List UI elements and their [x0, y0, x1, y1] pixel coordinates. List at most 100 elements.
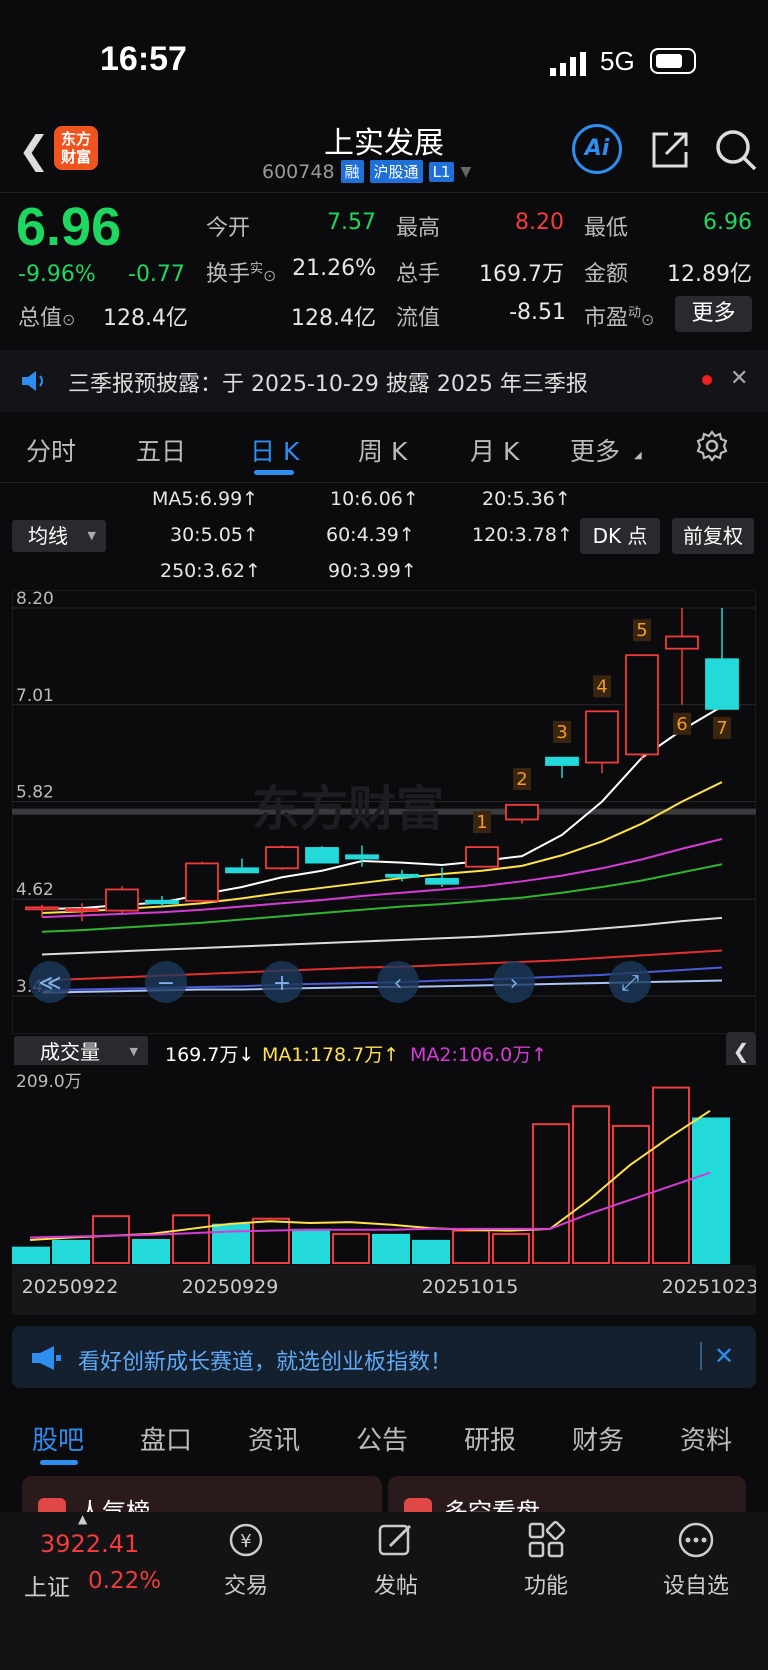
candle-body[interactable] — [465, 846, 499, 868]
chart-tab[interactable]: 五日 — [136, 432, 186, 468]
candle-body[interactable] — [145, 899, 179, 905]
quote-label: 市盈动⊙ — [584, 305, 655, 331]
candle-body[interactable] — [545, 756, 579, 766]
candle-body[interactable] — [505, 803, 539, 821]
change-percent: -9.96% — [18, 262, 96, 287]
candle-body[interactable] — [185, 862, 219, 902]
volume-bar[interactable] — [52, 1239, 90, 1265]
volume-bar[interactable] — [452, 1229, 490, 1265]
card-popularity[interactable]: 人气榜 — [22, 1476, 382, 1516]
search-icon[interactable] — [714, 128, 758, 172]
bottom-tab[interactable]: 股吧 — [32, 1420, 84, 1457]
volume-bar[interactable] — [12, 1246, 50, 1265]
stock-code-row[interactable]: 600748 融 沪股通 L1 ▼ — [262, 160, 471, 183]
candle-body[interactable] — [585, 710, 619, 764]
info-icon[interactable]: ⊙ — [641, 310, 654, 329]
ad-close-icon[interactable]: ✕ — [714, 1342, 734, 1370]
dk-point-button[interactable]: DK 点 — [580, 518, 660, 554]
chart-tab[interactable]: 更多 — [570, 432, 620, 468]
close-icon[interactable]: ✕ — [730, 366, 748, 391]
candle-body[interactable] — [705, 658, 739, 710]
chart-tab[interactable]: 周 K — [358, 432, 407, 468]
tag-connect: 沪股通 — [369, 160, 423, 183]
index-change[interactable]: 0.22% — [88, 1568, 161, 1594]
bottom-tab[interactable]: 财务 — [572, 1420, 624, 1457]
zoom-in-icon-glyph: + — [273, 971, 291, 996]
rewind-icon-glyph: ≪ — [38, 971, 61, 996]
chart-tab[interactable]: 日 K — [250, 432, 299, 468]
volume-bar[interactable] — [332, 1233, 370, 1264]
info-icon[interactable]: ⊙ — [263, 266, 276, 285]
grid-icon[interactable] — [526, 1520, 566, 1560]
candle-body[interactable] — [345, 854, 379, 860]
volume-bar[interactable] — [372, 1233, 410, 1264]
chart-tab[interactable]: 分时 — [26, 432, 76, 468]
settings-icon[interactable] — [696, 430, 728, 462]
nav-post[interactable]: 发帖 — [346, 1568, 446, 1600]
bottom-tab[interactable]: 研报 — [464, 1420, 516, 1457]
more-dots-icon[interactable] — [676, 1520, 716, 1560]
volume-bar[interactable] — [652, 1086, 690, 1264]
nav-trade[interactable]: 交易 — [196, 1568, 296, 1600]
fullscreen-icon-glyph: ⤢ — [621, 971, 639, 996]
candle-body[interactable] — [425, 877, 459, 885]
volume-bar[interactable] — [132, 1239, 170, 1265]
ma-value: 90:3.99↑ — [328, 560, 417, 582]
share-icon[interactable] — [650, 128, 692, 170]
prev-icon-glyph: ‹ — [394, 971, 403, 996]
quote-label-sup: 实 — [250, 261, 264, 277]
bottom-tab[interactable]: 资讯 — [248, 1420, 300, 1457]
notice-text[interactable]: 三季报预披露：于 2025-10-29 披露 2025 年三季报 — [68, 366, 588, 398]
info-icon[interactable]: ⊙ — [62, 310, 75, 329]
trade-icon[interactable]: ¥ — [226, 1520, 266, 1560]
volume-bar[interactable] — [532, 1123, 570, 1264]
candle-body[interactable] — [225, 867, 259, 874]
bottom-tab[interactable]: 公告 — [356, 1420, 408, 1457]
ma-selector-label: 均线 — [28, 524, 68, 548]
ma-value: 60:4.39↑ — [326, 524, 415, 546]
ma-value: MA5:6.99↑ — [152, 488, 259, 510]
volume-bar[interactable] — [692, 1117, 730, 1265]
speaker-icon — [22, 371, 43, 391]
index-name[interactable]: 上证 — [24, 1568, 70, 1602]
candle-body[interactable] — [65, 908, 99, 912]
more-button[interactable]: 更多 — [675, 296, 752, 332]
candle-body[interactable] — [385, 873, 419, 878]
post-icon[interactable] — [376, 1520, 416, 1560]
volume-chart[interactable]: 209.0万 20250922 20250929 20251015 20251023 — [12, 1065, 756, 1315]
quote-label: 总值⊙ — [18, 306, 76, 331]
adjust-button[interactable]: 前复权 — [672, 518, 754, 554]
candle-body[interactable] — [265, 846, 299, 870]
ai-button[interactable]: Ai — [572, 124, 622, 174]
volume-bar[interactable] — [172, 1214, 210, 1264]
chevron-down-icon[interactable]: ▼ — [460, 164, 471, 180]
ma-value: 120:3.78↑ — [472, 524, 573, 546]
marker-label: 7 — [716, 718, 727, 739]
signal-icon — [550, 52, 586, 76]
candle-body[interactable] — [25, 906, 59, 911]
chart-tab[interactable]: 月 K — [470, 432, 519, 468]
battery-icon — [650, 48, 696, 74]
nav-watchlist[interactable]: 设自选 — [646, 1568, 746, 1600]
indicator-selector[interactable]: 成交量 ▼ — [14, 1036, 148, 1068]
volume-bar[interactable] — [252, 1217, 290, 1265]
bottom-tab[interactable]: 资料 — [680, 1420, 732, 1457]
volume-bar[interactable] — [292, 1228, 330, 1264]
y-axis-label: 4.62 — [16, 880, 54, 900]
ma-selector[interactable]: 均线 ▼ — [12, 520, 106, 552]
volume-bar[interactable] — [92, 1215, 130, 1265]
candlestick-chart[interactable]: 东方财富 1234567 8.207.015.824.623.43 ≪−+‹›⤢ — [12, 590, 756, 1034]
candle-body[interactable] — [105, 888, 139, 912]
volume-bar[interactable] — [492, 1233, 530, 1264]
volume-bar[interactable] — [412, 1239, 450, 1265]
candle-body[interactable] — [305, 847, 339, 864]
index-value[interactable]: 3922.41 — [40, 1530, 139, 1558]
candle-body[interactable] — [665, 635, 699, 650]
nav-functions[interactable]: 功能 — [496, 1568, 596, 1600]
candle-body[interactable] — [625, 654, 659, 756]
caret-up-icon: ▲ — [78, 1512, 88, 1526]
volume-bar[interactable] — [572, 1105, 610, 1264]
ad-text[interactable]: 看好创新成长赛道，就选创业板指数！ — [78, 1344, 452, 1376]
bottom-tab[interactable]: 盘口 — [140, 1420, 192, 1457]
card-longshort[interactable]: 多空看盘 — [388, 1476, 746, 1516]
